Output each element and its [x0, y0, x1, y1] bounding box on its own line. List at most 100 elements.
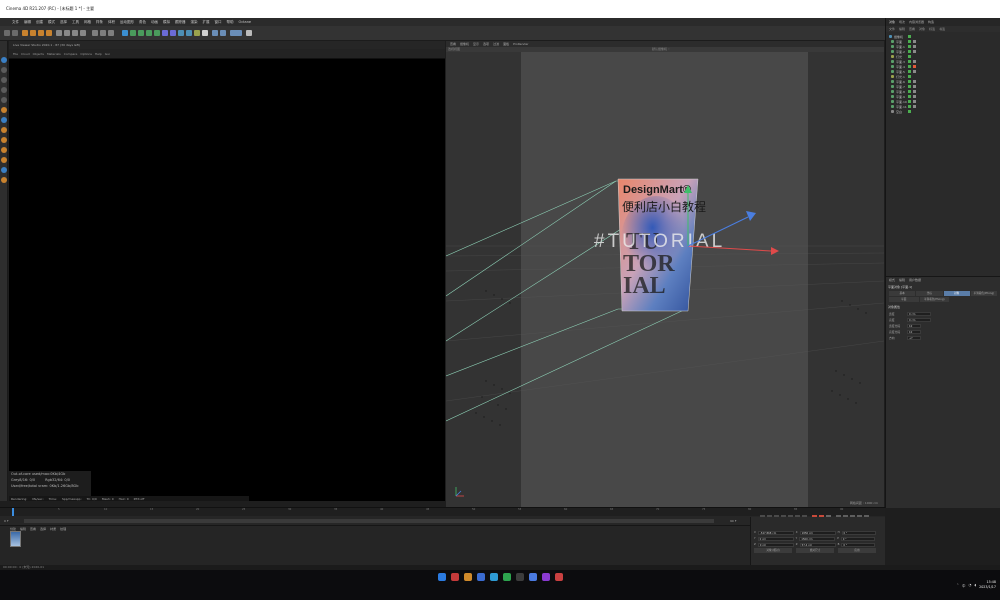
size-z-field[interactable]: 57.4 cm [799, 542, 836, 547]
clock[interactable]: 15:48 2023/1/17 [979, 580, 996, 590]
tab-takes[interactable]: 场次 [899, 20, 905, 24]
om-menu-item[interactable]: 对象 [919, 27, 925, 31]
camera-label[interactable]: 默认摄像机 ◦ [652, 47, 670, 51]
width-segments-field[interactable]: 10 [907, 323, 921, 328]
vp-menu-item[interactable]: ProRender [513, 42, 528, 46]
pen-icon[interactable] [130, 30, 136, 36]
app-icon-6[interactable] [542, 573, 550, 581]
axis-icon[interactable] [1, 127, 7, 133]
app-icon-1[interactable] [451, 573, 459, 581]
object-row[interactable]: 空白 [886, 109, 1000, 114]
rotation-b-field[interactable]: 0 ° [841, 542, 876, 547]
volume-icon[interactable]: ◖ [974, 583, 976, 587]
tweak-icon[interactable] [1, 137, 7, 143]
size-mode-select[interactable]: 绝对尺寸 [796, 548, 834, 553]
menu-item[interactable]: 模式 [48, 20, 55, 25]
layout-icon[interactable] [230, 30, 242, 36]
lv-menu-item[interactable]: File [13, 52, 18, 56]
live-selection-icon[interactable] [22, 30, 28, 36]
attr-tab[interactable]: 用户数据 [909, 278, 921, 282]
vp-menu-item[interactable]: 摄像机 [460, 42, 469, 46]
frame-range-slider[interactable] [24, 519, 714, 523]
visibility-check-icon[interactable] [908, 65, 911, 68]
material-tag-icon[interactable] [913, 45, 916, 48]
vp-menu-item[interactable]: 显示 [473, 42, 479, 46]
render-view-icon[interactable] [92, 30, 98, 36]
menu-item[interactable]: 渲染 [191, 20, 198, 25]
menu-item[interactable]: 文件 [12, 20, 19, 25]
menu-item[interactable]: Octane [239, 20, 252, 24]
material-tag-icon[interactable] [913, 90, 916, 93]
vp-menu-item[interactable]: 面板 [503, 42, 509, 46]
points-mode-icon[interactable] [1, 77, 7, 83]
tab-content-browser[interactable]: 内容浏览器 [909, 20, 924, 24]
material-tag-icon[interactable] [913, 85, 916, 88]
lv-menu-item[interactable]: Objects [33, 52, 44, 56]
subtab-plane[interactable]: 平面 [889, 297, 919, 302]
tab-objects[interactable]: 对象 [889, 20, 895, 24]
current-frame-field[interactable]: 0 F [4, 519, 9, 523]
lightbulb-icon[interactable] [246, 30, 252, 36]
y-axis-icon[interactable] [64, 30, 70, 36]
lv-menu-item[interactable]: Cloud [21, 52, 30, 56]
deformer-icon[interactable] [162, 30, 168, 36]
visibility-check-icon[interactable] [908, 40, 911, 43]
subtab-basic[interactable]: 基本 [889, 291, 916, 296]
light-icon[interactable] [194, 30, 200, 36]
mat-menu-item[interactable]: 查看 [30, 527, 36, 531]
orientation-select[interactable]: +Y [907, 335, 921, 340]
menu-item[interactable]: 工具 [72, 20, 79, 25]
visibility-check-icon[interactable] [908, 80, 911, 83]
app-icon-2[interactable] [477, 573, 485, 581]
material-tag-icon[interactable] [913, 50, 916, 53]
material-tag-icon[interactable] [913, 40, 916, 43]
material-tag-icon[interactable] [913, 60, 916, 63]
om-menu-item[interactable]: 文件 [889, 27, 895, 31]
menu-item[interactable]: 创建 [36, 20, 43, 25]
visibility-check-icon[interactable] [908, 90, 911, 93]
om-menu-item[interactable]: 编辑 [899, 27, 905, 31]
app-icon-5[interactable] [529, 573, 537, 581]
lv-menu-item[interactable]: Options [80, 52, 92, 56]
visibility-check-icon[interactable] [908, 35, 911, 38]
wifi-icon[interactable]: ◔ [968, 583, 971, 587]
visibility-check-icon[interactable] [908, 85, 911, 88]
visibility-check-icon[interactable] [908, 50, 911, 53]
material-thumbnail[interactable] [10, 531, 21, 547]
menu-item[interactable]: 窗口 [215, 20, 222, 25]
visibility-check-icon[interactable] [908, 55, 911, 58]
subtab-phong-secondary[interactable]: 平滑着色(Phong) [919, 297, 949, 302]
material-tag-icon[interactable] [913, 100, 916, 103]
material-tag-icon[interactable] [913, 105, 916, 108]
visibility-check-icon[interactable] [908, 95, 911, 98]
menu-item[interactable]: 动画 [151, 20, 158, 25]
attr-tab[interactable]: 编辑 [899, 278, 905, 282]
cube-icon[interactable] [122, 30, 128, 36]
visibility-check-icon[interactable] [908, 105, 911, 108]
visibility-check-icon[interactable] [908, 45, 911, 48]
material-tag-icon[interactable] [913, 80, 916, 83]
vp-menu-item[interactable]: 查看 [450, 42, 456, 46]
menu-item[interactable]: 运动图形 [120, 20, 134, 25]
browser-icon[interactable] [490, 573, 498, 581]
octane-icon[interactable] [202, 30, 208, 36]
menu-item[interactable]: 选择 [60, 20, 67, 25]
cloner-icon[interactable] [154, 30, 160, 36]
width-field[interactable]: 0 cm [907, 311, 931, 316]
undo-icon[interactable] [4, 30, 10, 36]
menu-item[interactable]: 网格 [84, 20, 91, 25]
camera-icon[interactable] [186, 30, 192, 36]
edges-mode-icon[interactable] [1, 87, 7, 93]
move-tool-icon[interactable] [30, 30, 36, 36]
brush-icon[interactable] [1, 177, 7, 183]
render-picture-icon[interactable] [100, 30, 106, 36]
subtab-phong[interactable]: 平滑着色(Phong) [970, 291, 997, 296]
world-coords-icon[interactable] [80, 30, 86, 36]
tab-structure[interactable]: 构造 [928, 20, 934, 24]
ime-language-indicator[interactable]: 中 [962, 583, 965, 588]
attr-tab[interactable]: 模式 [889, 278, 895, 282]
rotate-tool-icon[interactable] [46, 30, 52, 36]
position-x-field[interactable]: -547.868 cm [757, 530, 794, 535]
octane-settings-icon[interactable] [220, 30, 226, 36]
subtab-coord[interactable]: 坐标 [916, 291, 943, 296]
